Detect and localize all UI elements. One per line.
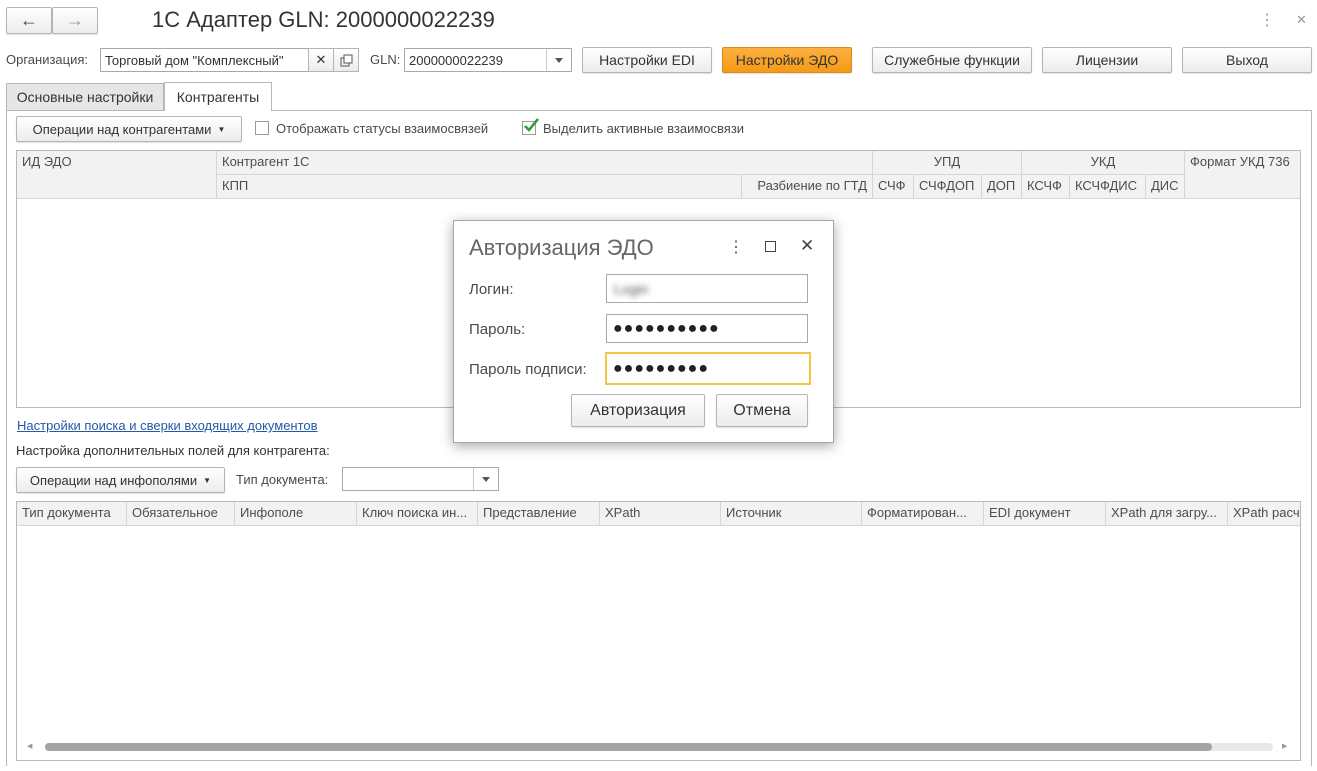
exit-button[interactable]: Выход xyxy=(1182,47,1312,73)
search-settings-link[interactable]: Настройки поиска и сверки входящих докум… xyxy=(17,418,318,433)
col-upd-dop[interactable]: ДОП xyxy=(982,175,1022,199)
col-ukd-format[interactable]: Формат УКД 736 xyxy=(1185,151,1300,199)
col-ukd-ksfdis[interactable]: КСЧФДИС xyxy=(1070,175,1146,199)
col-xpath[interactable]: XPath xyxy=(600,502,721,526)
col-upd-sf[interactable]: СЧФ xyxy=(873,175,914,199)
col-representation[interactable]: Представление xyxy=(478,502,600,526)
col-source[interactable]: Источник xyxy=(721,502,862,526)
extra-fields-heading: Настройка дополнительных полей для контр… xyxy=(16,443,330,458)
gln-value: 2000000022239 xyxy=(409,52,503,68)
highlight-active-checkbox[interactable] xyxy=(522,118,540,135)
window-title: 1С Адаптер GLN: 2000000022239 xyxy=(152,7,495,32)
open-icon[interactable] xyxy=(333,48,359,72)
col-xpath-load[interactable]: XPath для загру... xyxy=(1106,502,1228,526)
organization-field[interactable]: Торговый дом "Комплексный" xyxy=(100,48,309,72)
clear-icon[interactable]: ✕ xyxy=(308,48,334,72)
edo-settings-button[interactable]: Настройки ЭДО xyxy=(722,47,852,73)
login-field[interactable]: Login xyxy=(606,274,808,303)
maximize-icon[interactable] xyxy=(765,241,776,252)
col-required[interactable]: Обязательное xyxy=(127,502,235,526)
col-kpp[interactable]: КПП xyxy=(217,175,742,199)
doc-type-label: Тип документа: xyxy=(236,472,329,487)
auth-dialog: Авторизация ЭДО ⋮ ✕ Логин: Login Пароль:… xyxy=(453,220,834,443)
authorize-button[interactable]: Авторизация xyxy=(571,394,705,427)
organization-value: Торговый дом "Комплексный" xyxy=(105,52,284,68)
close-icon[interactable]: ✕ xyxy=(1296,12,1307,28)
col-id-edo[interactable]: ИД ЭДО xyxy=(17,151,217,199)
dialog-more-icon[interactable]: ⋮ xyxy=(728,237,744,257)
col-ukd-ksf[interactable]: КСЧФ xyxy=(1022,175,1070,199)
col-xpath-calc[interactable]: XPath расч xyxy=(1228,502,1300,526)
col-search-key[interactable]: Ключ поиска ин... xyxy=(357,502,478,526)
col-upd[interactable]: УПД xyxy=(873,151,1022,175)
col-ukd-dis[interactable]: ДИС xyxy=(1146,175,1185,199)
sign-password-field[interactable]: ●●●●●●●●● xyxy=(605,352,811,385)
show-statuses-label: Отображать статусы взаимосвязей xyxy=(276,121,489,136)
scroll-left-icon[interactable]: ◀ xyxy=(27,742,32,750)
password-field[interactable]: ●●●●●●●●●● xyxy=(606,314,808,343)
col-ukd[interactable]: УКД xyxy=(1022,151,1185,175)
login-value: Login xyxy=(614,280,649,297)
organization-label: Организация: xyxy=(6,52,89,67)
gln-label: GLN: xyxy=(370,52,401,67)
dialog-close-icon[interactable]: ✕ xyxy=(800,236,814,256)
scroll-right-icon[interactable]: ▶ xyxy=(1282,742,1287,750)
col-counterparty-1c[interactable]: Контрагент 1С xyxy=(217,151,873,175)
col-doc-type[interactable]: Тип документа xyxy=(17,502,127,526)
chevron-down-icon: ▼ xyxy=(203,475,212,485)
service-functions-button[interactable]: Служебные функции xyxy=(872,47,1032,73)
show-statuses-checkbox[interactable] xyxy=(255,121,269,135)
doc-type-dropdown-icon[interactable] xyxy=(473,468,498,490)
counterparty-operations-label: Операции над контрагентами xyxy=(32,121,212,137)
gln-dropdown-icon[interactable] xyxy=(546,49,571,71)
sign-password-value: ●●●●●●●●● xyxy=(613,359,709,377)
tab-counterparties[interactable]: Контрагенты xyxy=(164,82,272,111)
more-icon[interactable]: ⋮ xyxy=(1259,10,1275,30)
infofield-operations-button[interactable]: Операции над инфополями ▼ xyxy=(16,467,225,493)
col-infofield[interactable]: Инфополе xyxy=(235,502,357,526)
col-gtd-split[interactable]: Разбиение по ГТД xyxy=(742,175,873,199)
infofield-operations-label: Операции над инфополями xyxy=(29,472,198,488)
back-button[interactable]: ← xyxy=(6,7,52,34)
password-label: Пароль: xyxy=(469,321,526,338)
edi-settings-button[interactable]: Настройки EDI xyxy=(582,47,712,73)
checkmark-icon xyxy=(524,118,540,132)
licenses-button[interactable]: Лицензии xyxy=(1042,47,1172,73)
infofields-table[interactable]: Тип документа Обязательное Инфополе Ключ… xyxy=(16,501,1301,761)
horizontal-scrollbar-thumb[interactable] xyxy=(45,743,1212,751)
cancel-button[interactable]: Отмена xyxy=(716,394,808,427)
tab-main-settings[interactable]: Основные настройки xyxy=(6,83,164,110)
col-formatting[interactable]: Форматирован... xyxy=(862,502,984,526)
sign-password-label: Пароль подписи: xyxy=(469,361,587,378)
dialog-title: Авторизация ЭДО xyxy=(469,235,654,260)
col-upd-sfdop[interactable]: СЧФДОП xyxy=(914,175,982,199)
col-edi-document[interactable]: EDI документ xyxy=(984,502,1106,526)
counterparty-operations-button[interactable]: Операции над контрагентами ▼ xyxy=(16,116,242,142)
login-label: Логин: xyxy=(469,281,514,298)
chevron-down-icon: ▼ xyxy=(217,124,226,134)
password-value: ●●●●●●●●●● xyxy=(613,319,720,337)
forward-button[interactable]: → xyxy=(52,7,98,34)
highlight-active-label: Выделить активные взаимосвязи xyxy=(543,121,745,136)
